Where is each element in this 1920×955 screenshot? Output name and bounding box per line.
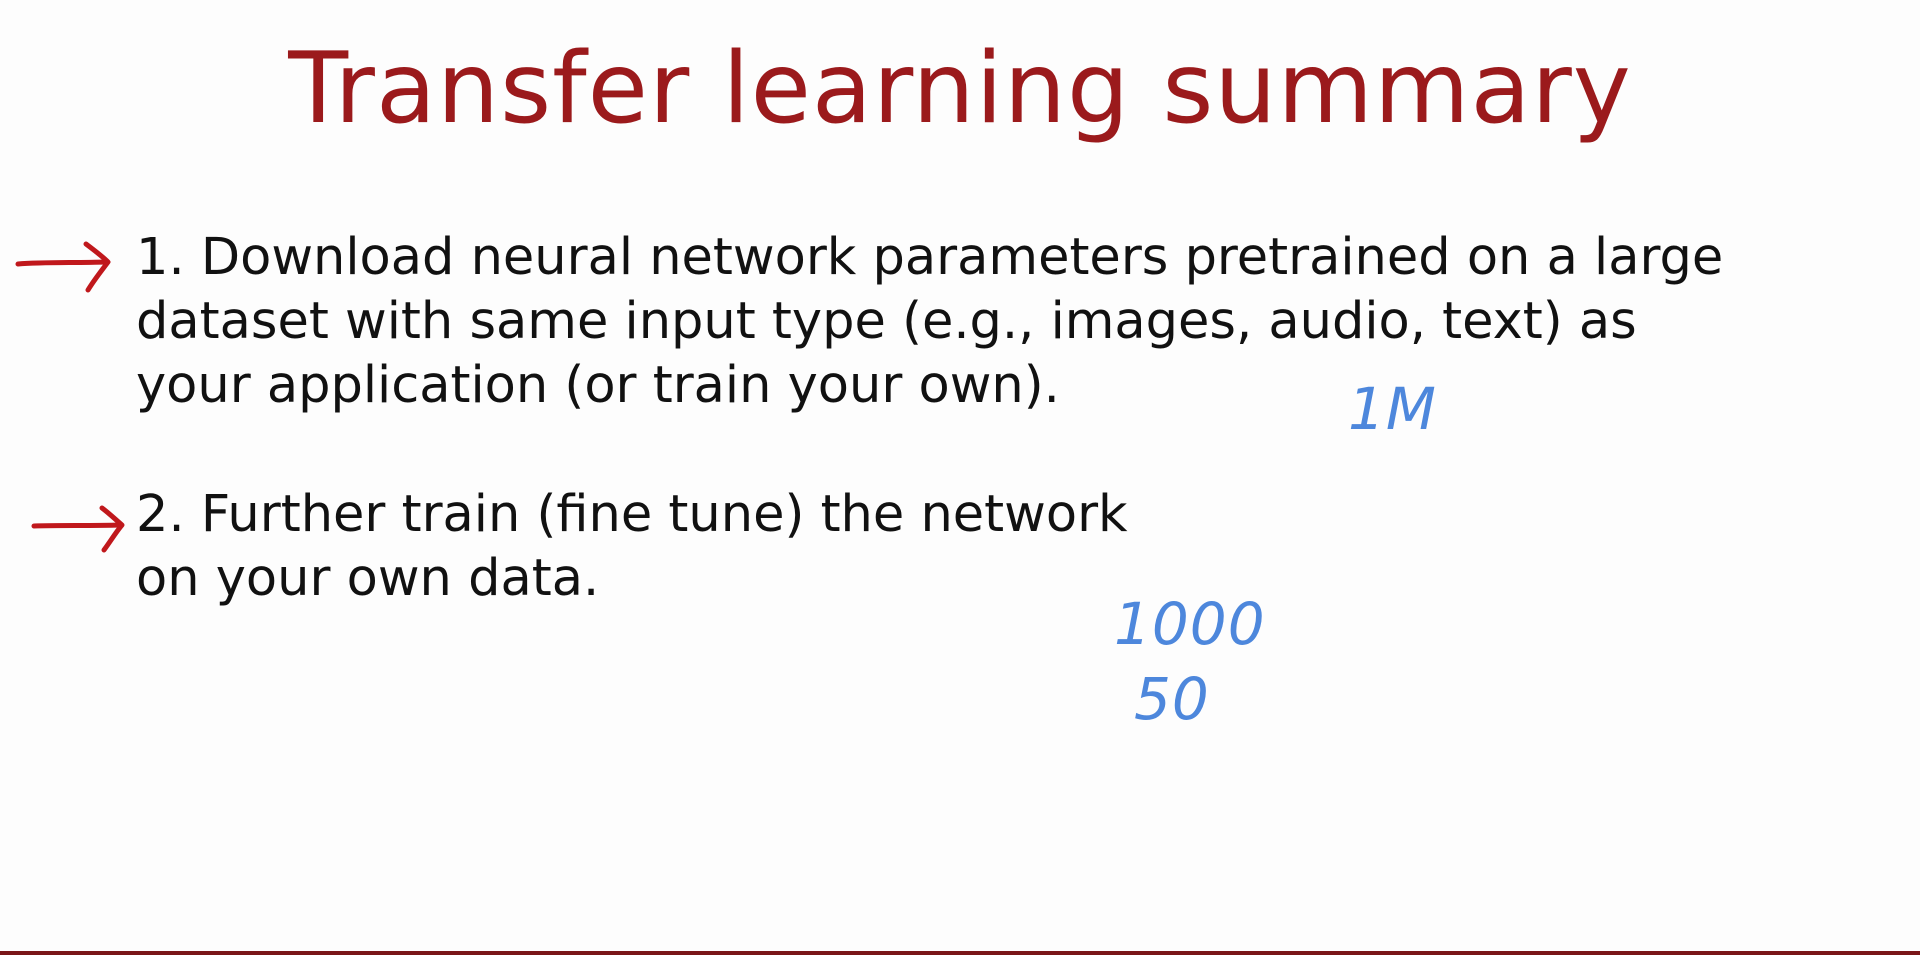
handwritten-1000-annotation: 1000 [1114, 590, 1266, 658]
bullet-download-pretrained: 1. Download neural network parameters pr… [136, 228, 1724, 415]
bullet-fine-tune: 2. Further train (fine tune) the network… [136, 485, 1128, 608]
red-arrow-icon [15, 241, 111, 293]
slide-title: Transfer learning summary [288, 32, 1632, 146]
bottom-divider [0, 951, 1920, 955]
handwritten-1m-annotation: 1M [1348, 375, 1437, 443]
handwritten-50-annotation: 50 [1134, 665, 1210, 733]
slide: Transfer learning summary 1. Download ne… [0, 0, 1920, 955]
red-arrow-icon [31, 505, 125, 553]
